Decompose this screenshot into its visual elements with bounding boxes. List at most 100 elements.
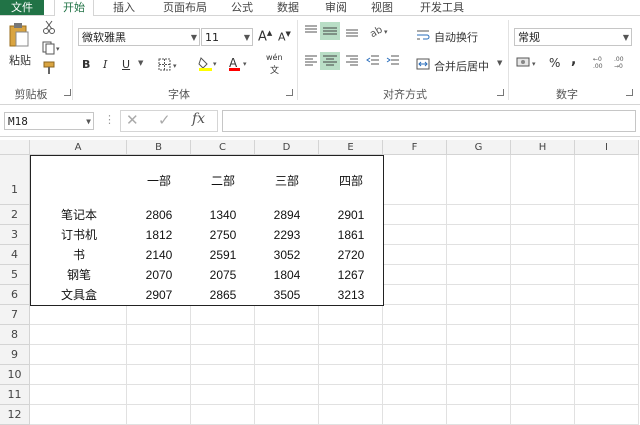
row-header[interactable]: 11 [0, 385, 30, 405]
font-size-select[interactable]: 11 ▼ [201, 28, 253, 46]
grid-cell[interactable] [511, 285, 575, 305]
table-value-cell[interactable]: 2894 [255, 205, 320, 226]
grid-cell[interactable] [127, 305, 191, 325]
decrease-indent-icon[interactable] [366, 54, 380, 71]
grid-cell[interactable] [575, 365, 639, 385]
grid-cell[interactable] [447, 405, 511, 425]
tab-home[interactable]: 开始 [54, 0, 94, 17]
table-header-cell[interactable] [30, 155, 128, 206]
table-value-cell[interactable]: 2806 [127, 205, 192, 226]
table-value-cell[interactable]: 2140 [127, 245, 192, 266]
more-options-icon[interactable]: ⋮ [104, 113, 115, 126]
increase-decimal-icon[interactable]: ←0.00 [593, 54, 609, 73]
grid-cell[interactable] [575, 155, 639, 205]
name-box[interactable]: M18 ▼ [4, 112, 94, 130]
formula-input[interactable] [222, 110, 636, 132]
table-value-cell[interactable]: 1804 [255, 265, 320, 286]
column-header[interactable]: A [30, 140, 127, 155]
column-header[interactable]: E [319, 140, 383, 155]
grid-cell[interactable] [127, 365, 191, 385]
wrap-text-button[interactable]: 自动换行 [434, 29, 478, 45]
grid-cell[interactable] [319, 345, 383, 365]
cut-icon[interactable] [42, 20, 56, 37]
underline-button[interactable]: U [122, 58, 130, 71]
grid-cell[interactable] [383, 245, 447, 265]
grid-cell[interactable] [30, 345, 127, 365]
grid-cell[interactable] [575, 405, 639, 425]
grid-cell[interactable] [30, 305, 127, 325]
grid-cell[interactable] [511, 265, 575, 285]
row-header[interactable]: 12 [0, 405, 30, 425]
table-value-cell[interactable]: 2075 [191, 265, 256, 286]
bold-button[interactable]: B [82, 58, 90, 71]
grid-cell[interactable] [447, 205, 511, 225]
paste-icon[interactable] [8, 22, 30, 48]
grid-cell[interactable] [127, 385, 191, 405]
tab-formulas[interactable]: 公式 [226, 0, 258, 15]
grid-cell[interactable] [191, 305, 255, 325]
table-header-cell[interactable]: 二部 [191, 155, 256, 206]
grid-cell[interactable] [191, 365, 255, 385]
wrap-text-icon[interactable] [416, 28, 430, 45]
row-header[interactable]: 9 [0, 345, 30, 365]
grid-cell[interactable] [127, 325, 191, 345]
grid-cell[interactable] [30, 385, 127, 405]
grid-cell[interactable] [575, 285, 639, 305]
grid-cell[interactable] [255, 405, 319, 425]
font-name-select[interactable]: 微软雅黑 ▼ [78, 28, 200, 46]
grid-cell[interactable] [511, 245, 575, 265]
increase-indent-icon[interactable] [386, 54, 400, 71]
grid-cell[interactable] [255, 365, 319, 385]
grid-cell[interactable] [383, 385, 447, 405]
grid-cell[interactable] [447, 245, 511, 265]
grid-cell[interactable] [447, 265, 511, 285]
grid-cell[interactable] [319, 325, 383, 345]
row-label-cell[interactable]: 笔记本 [30, 205, 128, 226]
number-launcher-icon[interactable] [626, 89, 633, 96]
table-value-cell[interactable]: 2720 [319, 245, 384, 266]
table-value-cell[interactable]: 1812 [127, 225, 192, 246]
row-label-cell[interactable]: 书 [30, 245, 128, 266]
table-value-cell[interactable]: 1340 [191, 205, 256, 226]
grid-cell[interactable] [447, 225, 511, 245]
row-header[interactable]: 1 [0, 155, 30, 205]
grid-cell[interactable] [447, 285, 511, 305]
table-value-cell[interactable]: 2070 [127, 265, 192, 286]
align-middle-icon[interactable] [320, 22, 340, 40]
grid-cell[interactable] [383, 225, 447, 245]
select-all-corner[interactable] [0, 140, 30, 155]
orientation-icon[interactable]: ab ▾ [368, 24, 392, 41]
row-header[interactable]: 5 [0, 265, 30, 285]
insert-function-button[interactable]: fx [192, 111, 205, 127]
column-header[interactable]: F [383, 140, 447, 155]
number-format-select[interactable]: 常规 ▼ [514, 28, 632, 46]
grid-cell[interactable] [191, 385, 255, 405]
row-label-cell[interactable]: 订书机 [30, 225, 128, 246]
chevron-down-icon[interactable]: ▼ [138, 59, 143, 67]
grid-cell[interactable] [575, 245, 639, 265]
grid-cell[interactable] [383, 405, 447, 425]
percent-button[interactable]: % [549, 56, 560, 70]
table-value-cell[interactable]: 2293 [255, 225, 320, 246]
grid-cell[interactable] [447, 365, 511, 385]
table-value-cell[interactable]: 1861 [319, 225, 384, 246]
paste-button[interactable]: 粘贴 [6, 52, 34, 68]
column-header[interactable]: C [191, 140, 255, 155]
merge-center-button[interactable]: 合并后居中 [434, 58, 489, 74]
column-header[interactable]: H [511, 140, 575, 155]
phonetic-guide-button[interactable]: wén [266, 53, 283, 62]
table-value-cell[interactable]: 3052 [255, 245, 320, 266]
row-header[interactable]: 4 [0, 245, 30, 265]
decrease-decimal-icon[interactable]: .00 →0 [614, 54, 630, 73]
row-header[interactable]: 7 [0, 305, 30, 325]
grid-cell[interactable] [319, 365, 383, 385]
decrease-font-icon[interactable]: A▼ [278, 30, 291, 44]
merge-center-icon[interactable] [416, 57, 430, 74]
grid-cell[interactable] [447, 385, 511, 405]
grid-cell[interactable] [511, 345, 575, 365]
table-header-cell[interactable]: 三部 [255, 155, 320, 206]
italic-button[interactable]: I [103, 58, 107, 71]
row-label-cell[interactable]: 文具盒 [30, 285, 128, 306]
column-header[interactable]: I [575, 140, 639, 155]
grid-cell[interactable] [511, 325, 575, 345]
